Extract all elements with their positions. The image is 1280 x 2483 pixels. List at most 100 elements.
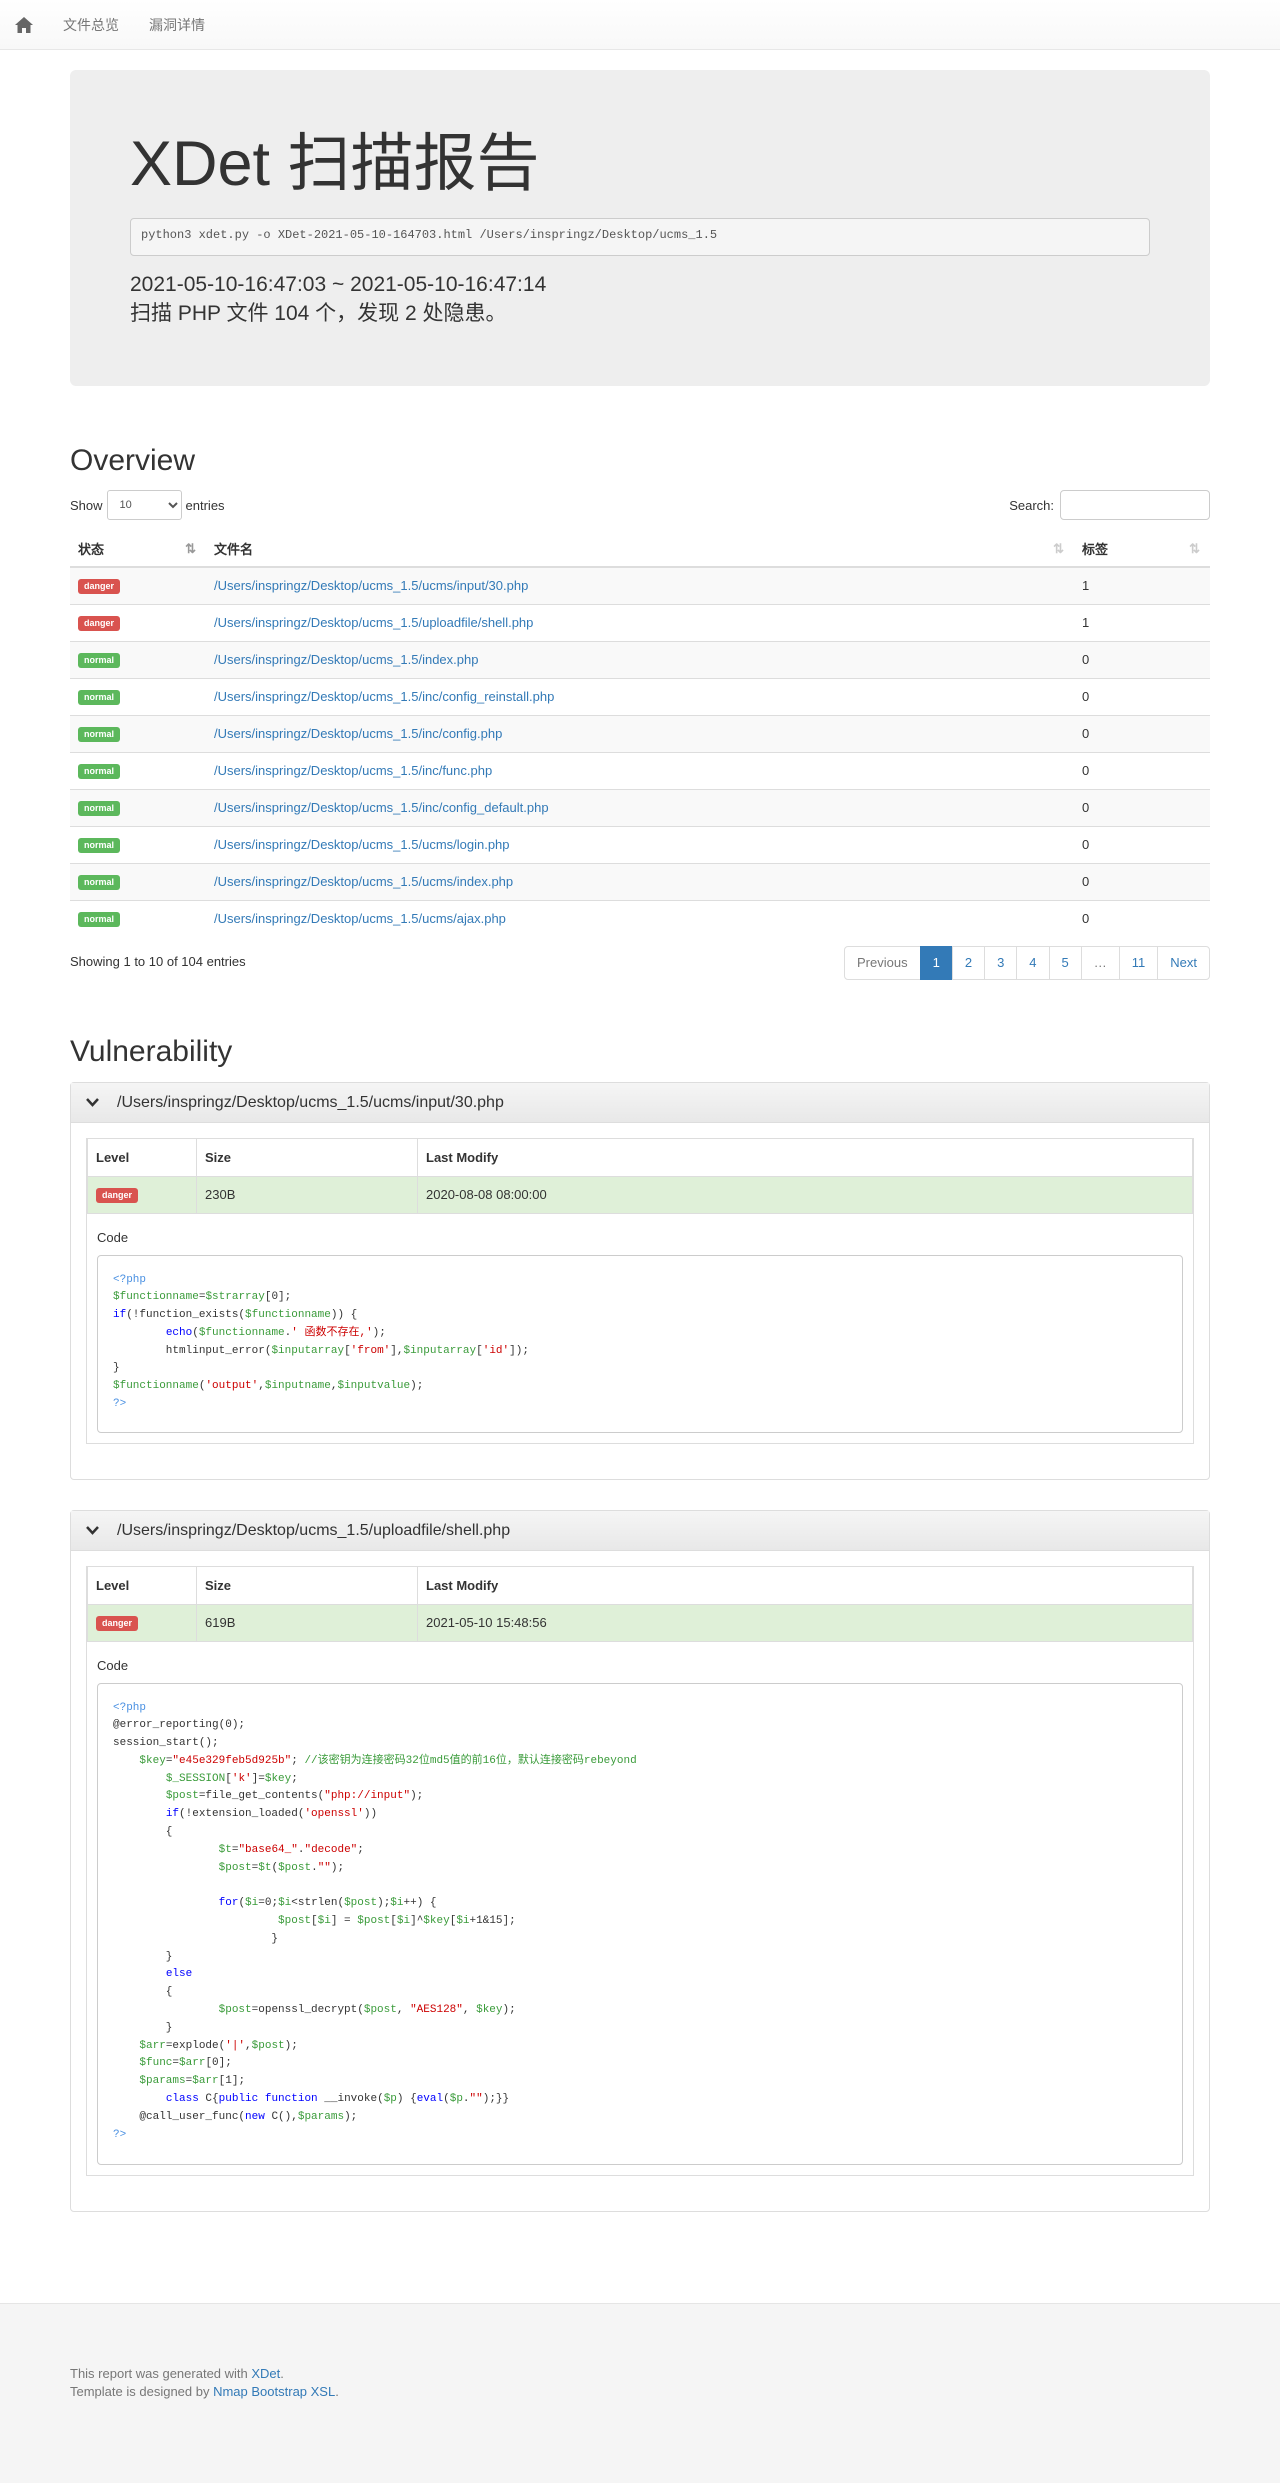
tag-value: 1 (1074, 566, 1210, 604)
file-link[interactable]: /Users/inspringz/Desktop/ucms_1.5/inc/co… (214, 726, 502, 741)
last-modify: 2020-08-08 08:00:00 (417, 1175, 1193, 1214)
file-link[interactable]: /Users/inspringz/Desktop/ucms_1.5/index.… (214, 652, 478, 667)
page-button[interactable]: 2 (951, 946, 986, 980)
previous-button[interactable]: Previous (844, 946, 921, 980)
status-badge: normal (78, 653, 121, 668)
column-filename[interactable]: 文件名 ⇅ (206, 530, 1074, 568)
scan-summary: 扫描 PHP 文件 104 个，发现 2 处隐患。 (130, 302, 507, 326)
tag-value: 0 (1074, 677, 1210, 715)
time-range: 2021-05-10-16:47:03 ~ 2021-05-10-16:47:1… (130, 273, 547, 296)
status-badge: normal (78, 764, 121, 779)
status-badge: danger (96, 1188, 139, 1203)
tag-value: 0 (1074, 788, 1210, 826)
table-row: normal/Users/inspringz/Desktop/ucms_1.5/… (70, 862, 1210, 900)
nav-vuln-details[interactable]: 漏洞详情 (134, 0, 220, 50)
table-row: normal/Users/inspringz/Desktop/ucms_1.5/… (70, 714, 1210, 752)
status-badge: normal (78, 801, 121, 816)
file-link[interactable]: /Users/inspringz/Desktop/ucms_1.5/ucms/i… (214, 578, 528, 593)
page-button[interactable]: 11 (1118, 946, 1159, 980)
code-label: Code (97, 1657, 129, 1673)
chevron-down-icon (86, 1098, 100, 1107)
pagination: Previous 1 2 3 4 5… 11 Next (844, 946, 1210, 980)
vuln-panel-header[interactable]: /Users/inspringz/Desktop/ucms_1.5/ucms/i… (71, 1083, 1209, 1123)
status-badge: danger (78, 616, 121, 631)
status-badge: normal (78, 838, 121, 853)
tag-value: 1 (1074, 603, 1210, 641)
table-row: danger/Users/inspringz/Desktop/ucms_1.5/… (70, 566, 1210, 604)
command-line: python3 xdet.py -o XDet-2021-05-10-16470… (130, 218, 1150, 256)
entries-select[interactable]: 10 (106, 490, 182, 520)
xdet-link[interactable]: XDet (251, 2366, 280, 2381)
vuln-info-row: danger 230B 2020-08-08 08:00:00 (87, 1175, 1193, 1214)
footer: This report was generated with XDet. Tem… (0, 2303, 1280, 2483)
tag-value: 0 (1074, 751, 1210, 789)
vulnerability-heading: Vulnerability (70, 1035, 233, 1068)
status-badge: normal (78, 727, 121, 742)
file-link[interactable]: /Users/inspringz/Desktop/ucms_1.5/ucms/l… (214, 837, 510, 852)
code-block: <?php $functionname=$strarray[0]; if(!fu… (97, 1254, 1183, 1433)
table-row: danger/Users/inspringz/Desktop/ucms_1.5/… (70, 603, 1210, 641)
table-row: normal/Users/inspringz/Desktop/ucms_1.5/… (70, 825, 1210, 863)
status-badge: normal (78, 875, 121, 890)
tag-value: 0 (1074, 862, 1210, 900)
vuln-file-path: /Users/inspringz/Desktop/ucms_1.5/ucms/i… (117, 1093, 504, 1111)
file-link[interactable]: /Users/inspringz/Desktop/ucms_1.5/inc/co… (214, 800, 549, 815)
overview-table: 状态 ⇅ 文件名 ⇅ 标签 ⇅ danger/Users/inspringz/Desk… (70, 530, 1210, 937)
table-row: normal/Users/inspringz/Desktop/ucms_1.5/… (70, 677, 1210, 715)
footer-generated: This report was generated with XDet. (70, 2366, 284, 2381)
entries-label: entries (185, 497, 225, 513)
pagination-ellipsis: … (1080, 946, 1120, 980)
search-label: Search: (1009, 497, 1054, 513)
file-size: 619B (196, 1603, 418, 1642)
tag-value: 0 (1074, 714, 1210, 752)
column-status[interactable]: 状态 ⇅ (70, 530, 206, 568)
tag-value: 0 (1074, 640, 1210, 678)
vuln-info-table: Level Size Last Modify danger 230B 2020-08… (87, 1139, 1193, 1214)
vuln-panel-header[interactable]: /Users/inspringz/Desktop/ucms_1.5/upload… (71, 1511, 1209, 1551)
file-link[interactable]: /Users/inspringz/Desktop/ucms_1.5/ucms/a… (214, 911, 506, 926)
file-link[interactable]: /Users/inspringz/Desktop/ucms_1.5/upload… (214, 615, 533, 630)
table-row: normal/Users/inspringz/Desktop/ucms_1.5/… (70, 751, 1210, 789)
file-link[interactable]: /Users/inspringz/Desktop/ucms_1.5/inc/co… (214, 689, 554, 704)
sort-icon: ⇅ (1189, 541, 1200, 556)
file-link[interactable]: /Users/inspringz/Desktop/ucms_1.5/inc/fu… (214, 763, 492, 778)
page-button[interactable]: 4 (1016, 946, 1050, 980)
home-icon[interactable] (0, 0, 48, 50)
status-badge: danger (78, 579, 121, 595)
page-title: XDet 扫描报告 (130, 129, 540, 199)
status-badge: danger (96, 1616, 139, 1631)
vuln-info-table: Level Size Last Modify danger 619B 2021-05… (87, 1567, 1193, 1642)
file-link[interactable]: /Users/inspringz/Desktop/ucms_1.5/ucms/i… (214, 874, 513, 889)
status-badge: normal (78, 912, 121, 928)
navbar: 文件总览 漏洞详情 (0, 0, 1280, 50)
page-button[interactable]: 5 (1048, 946, 1082, 980)
chevron-down-icon (86, 1526, 100, 1535)
tag-value: 0 (1074, 899, 1210, 937)
overview-heading: Overview (70, 444, 196, 477)
footer-template: Template is designed by Nmap Bootstrap X… (70, 2384, 339, 2399)
show-label: Show (70, 497, 103, 513)
table-row: normal/Users/inspringz/Desktop/ucms_1.5/… (70, 788, 1210, 826)
vuln-panel: /Users/inspringz/Desktop/ucms_1.5/ucms/i… (70, 1082, 1210, 1480)
table-row: normal/Users/inspringz/Desktop/ucms_1.5/… (70, 640, 1210, 678)
page-button[interactable]: 3 (984, 946, 1018, 980)
vuln-info-row: danger 619B 2021-05-10 15:48:56 (87, 1603, 1193, 1642)
code-label: Code (97, 1229, 129, 1245)
sort-icon: ⇅ (1053, 541, 1064, 556)
report-header: XDet 扫描报告 python3 xdet.py -o XDet-2021-0… (70, 70, 1210, 386)
page-button[interactable]: 1 (919, 946, 953, 980)
nmap-bootstrap-xsl-link[interactable]: Nmap Bootstrap XSL (213, 2384, 335, 2399)
sort-asc-icon: ⇅ (185, 541, 196, 556)
last-modify: 2021-05-10 15:48:56 (417, 1603, 1193, 1642)
tag-value: 0 (1074, 825, 1210, 863)
table-controls: Show 10 entries Search: (70, 488, 1210, 522)
code-block: <?php @error_reporting(0); session_start… (97, 1682, 1183, 2165)
next-button[interactable]: Next (1157, 946, 1210, 980)
search-input[interactable] (1060, 490, 1210, 520)
vuln-file-path: /Users/inspringz/Desktop/ucms_1.5/upload… (117, 1521, 511, 1539)
status-badge: normal (78, 690, 121, 705)
table-row: normal/Users/inspringz/Desktop/ucms_1.5/… (70, 899, 1210, 937)
nav-file-overview[interactable]: 文件总览 (48, 0, 134, 50)
column-tag[interactable]: 标签 ⇅ (1074, 530, 1210, 568)
file-size: 230B (196, 1175, 418, 1214)
